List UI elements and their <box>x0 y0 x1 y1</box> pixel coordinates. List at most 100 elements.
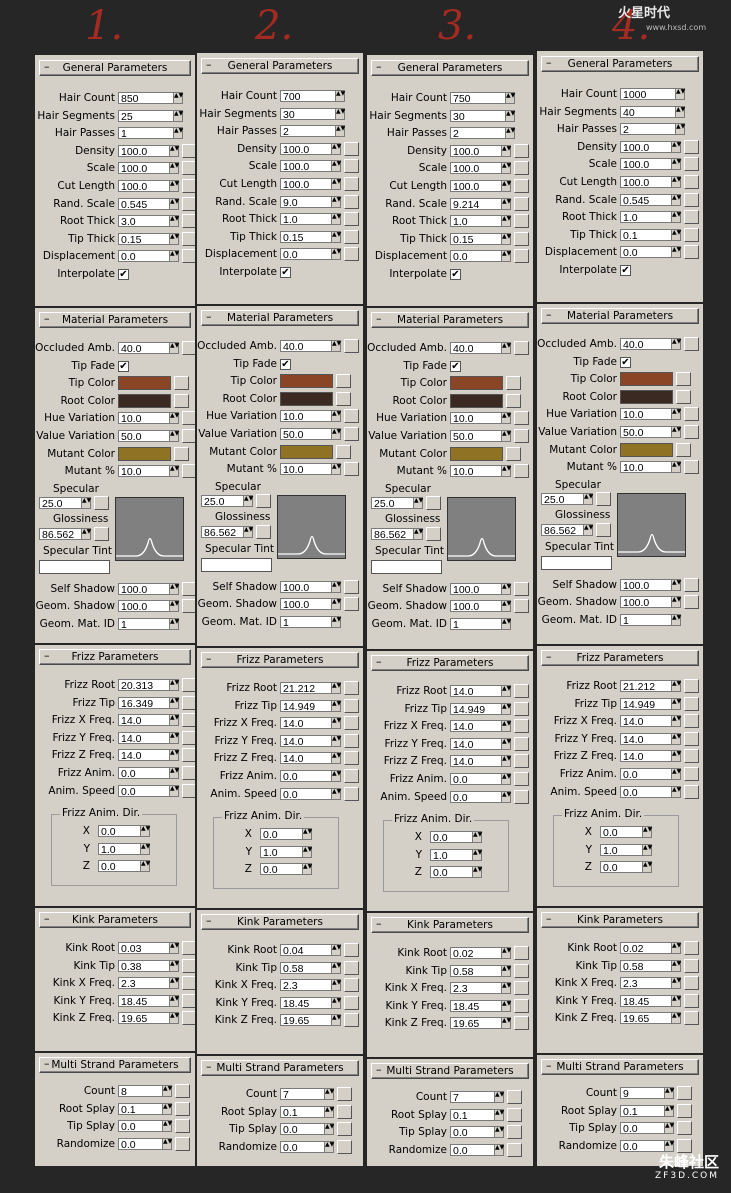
map-button[interactable] <box>684 714 699 729</box>
map-button[interactable] <box>256 524 271 539</box>
param-value-field[interactable]: 0.0 <box>280 769 331 783</box>
map-button[interactable] <box>174 446 189 461</box>
param-value-field[interactable]: 100.0 <box>450 144 501 158</box>
spinner-arrows[interactable]: ▲▼ <box>169 977 179 990</box>
spinner-arrows[interactable]: ▲▼ <box>671 578 681 591</box>
mutant-color-swatch[interactable] <box>620 442 673 457</box>
param-value-field[interactable]: 0.0 <box>450 1126 494 1139</box>
param-value-field[interactable]: 0.0 <box>280 1123 324 1136</box>
map-button[interactable] <box>182 783 195 798</box>
map-button[interactable] <box>684 424 699 439</box>
map-button[interactable] <box>676 442 691 457</box>
param-value-field[interactable]: 1 <box>118 127 173 140</box>
spinner-arrows[interactable]: ▲▼ <box>169 144 179 157</box>
map-button[interactable] <box>514 963 529 978</box>
map-button[interactable] <box>344 212 359 227</box>
spinner-arrows[interactable]: ▲▼ <box>331 1014 341 1027</box>
param-value-field[interactable]: 0.0 <box>450 772 501 786</box>
param-value-field[interactable]: 40.0 <box>118 342 169 355</box>
map-button[interactable] <box>182 1011 195 1026</box>
param-value-field[interactable]: 14.0 <box>450 755 501 768</box>
spinner-arrows[interactable]: ▲▼ <box>331 979 341 992</box>
param-value-field[interactable]: 0.0 <box>620 767 671 781</box>
param-value-field[interactable]: 100.0 <box>118 582 169 596</box>
map-button[interactable] <box>514 428 529 443</box>
param-value-field[interactable]: 0.0 <box>450 790 501 804</box>
map-button[interactable] <box>182 993 195 1008</box>
map-button[interactable] <box>514 736 529 751</box>
spinner-arrows[interactable]: ▲▼ <box>501 465 511 478</box>
root-color-swatch[interactable] <box>450 393 503 408</box>
spinner-arrows[interactable]: ▲▼ <box>169 749 179 762</box>
spinner-arrows[interactable]: ▲▼ <box>331 580 341 593</box>
spinner-arrows[interactable]: ▲▼ <box>671 994 681 1007</box>
map-button[interactable] <box>677 1138 692 1153</box>
root-color-swatch[interactable] <box>620 389 673 404</box>
map-button[interactable] <box>344 995 359 1010</box>
param-value-field[interactable]: 0.0 <box>118 1120 162 1133</box>
spinner-arrows[interactable]: ▲▼ <box>331 463 341 476</box>
rollout-header-kink[interactable]: – Kink Parameters <box>39 912 191 928</box>
map-button[interactable] <box>256 493 271 508</box>
map-button[interactable] <box>684 731 699 746</box>
spinner-arrows[interactable]: ▲▼ <box>671 158 681 171</box>
param-value-field[interactable]: 0.0 <box>98 825 140 838</box>
map-button[interactable] <box>336 444 351 459</box>
map-button[interactable] <box>684 407 699 422</box>
param-value-field[interactable]: 1 <box>620 613 671 627</box>
param-value-field[interactable]: 50.0 <box>620 425 671 439</box>
rollout-header-multi[interactable]: – Multi Strand Parameters <box>541 1059 699 1075</box>
spinner-arrows[interactable]: ▲▼ <box>501 600 511 613</box>
map-button[interactable] <box>182 958 195 973</box>
spinner-arrows[interactable]: ▲▼ <box>671 613 681 626</box>
map-button[interactable] <box>514 981 529 996</box>
spinner-arrows[interactable]: ▲▼ <box>501 947 511 959</box>
param-value-field[interactable]: 7 <box>450 1091 494 1104</box>
map-button[interactable] <box>514 161 529 176</box>
param-value-field[interactable]: 0.02 <box>620 942 671 955</box>
param-value-field[interactable]: 1 <box>280 615 331 629</box>
collapse-minus-icon[interactable]: – <box>546 56 552 70</box>
map-button[interactable] <box>514 249 529 264</box>
param-value-field[interactable]: 1.0 <box>98 842 140 856</box>
param-value-field[interactable]: 10.0 <box>620 408 671 421</box>
map-button[interactable] <box>684 766 699 781</box>
root-color-swatch[interactable] <box>280 391 333 406</box>
spinner-arrows[interactable]: ▲▼ <box>302 828 312 841</box>
interpolate-checkbox[interactable]: ✔ <box>118 268 129 280</box>
map-button[interactable] <box>684 157 699 172</box>
spinner-arrows[interactable]: ▲▼ <box>335 125 345 138</box>
map-button[interactable] <box>175 1084 190 1098</box>
param-value-field[interactable]: 9.0 <box>280 195 331 209</box>
param-value-field[interactable]: 850 <box>118 92 173 105</box>
spinner-arrows[interactable]: ▲▼ <box>671 425 681 438</box>
spinner-arrows[interactable]: ▲▼ <box>169 429 179 442</box>
map-button[interactable] <box>182 411 195 426</box>
param-value-field[interactable]: 14.0 <box>118 714 169 727</box>
param-value-field[interactable]: 1.0 <box>430 848 472 862</box>
map-button[interactable] <box>344 247 359 262</box>
rollout-header-frizz[interactable]: – Frizz Parameters <box>201 652 359 668</box>
spinner-arrows[interactable]: ▲▼ <box>331 699 341 712</box>
collapse-minus-icon[interactable]: – <box>376 1063 382 1077</box>
collapse-minus-icon[interactable]: – <box>206 914 212 928</box>
param-value-field[interactable]: 10.0 <box>118 465 169 478</box>
glossiness-field[interactable]: 86.562 <box>201 525 243 539</box>
param-value-field[interactable]: 0.0 <box>620 1122 664 1135</box>
spinner-arrows[interactable]: ▲▼ <box>169 232 179 245</box>
tip-color-swatch[interactable] <box>280 374 333 389</box>
map-button[interactable] <box>684 749 699 764</box>
map-button[interactable] <box>94 526 109 541</box>
spinner-arrows[interactable]: ▲▼ <box>671 697 681 710</box>
map-button[interactable] <box>344 579 359 594</box>
map-button[interactable] <box>174 376 189 391</box>
param-value-field[interactable]: 0.545 <box>620 193 671 207</box>
param-value-field[interactable]: 40.0 <box>620 338 671 351</box>
spinner-arrows[interactable]: ▲▼ <box>472 831 482 844</box>
spinner-arrows[interactable]: ▲▼ <box>671 732 681 745</box>
collapse-minus-icon[interactable]: – <box>44 912 50 926</box>
map-button[interactable] <box>337 1104 352 1119</box>
spinner-arrows[interactable]: ▲▼ <box>140 825 150 838</box>
map-button[interactable] <box>684 210 699 225</box>
spinner-arrows[interactable]: ▲▼ <box>243 494 253 507</box>
